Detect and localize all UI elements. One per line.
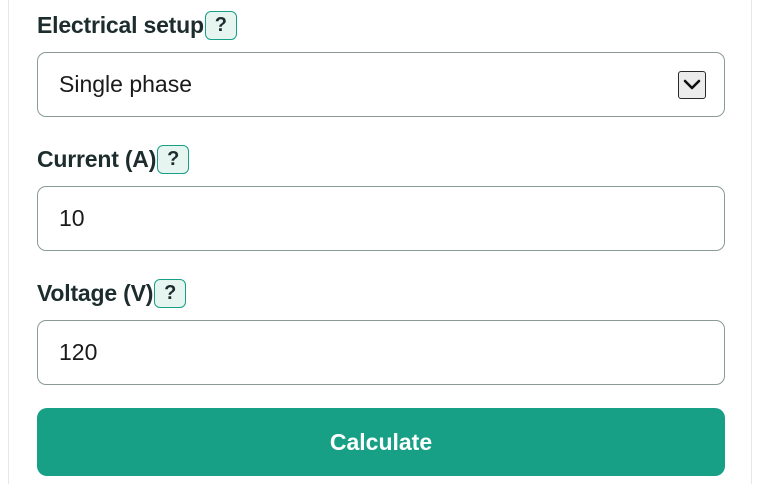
current-field: Current (A) ? 10 [37,144,725,251]
electrical-setup-selected-value: Single phase [59,71,192,97]
voltage-input[interactable]: 120 [37,320,725,385]
electrical-setup-field: Electrical setup ? Single phase [37,10,725,117]
voltage-help-button[interactable]: ? [154,278,187,308]
calculator-card: Electrical setup ? Single phase Current … [8,0,752,484]
chevron-down-icon[interactable] [678,70,706,99]
voltage-field: Voltage (V) ? 120 [37,278,725,385]
electrical-setup-help-button[interactable]: ? [204,10,237,40]
calculate-button[interactable]: Calculate [37,408,725,476]
current-input[interactable]: 10 [37,186,725,251]
voltage-label: Voltage (V) [37,279,154,306]
current-label: Current (A) [37,145,157,172]
voltage-label-row: Voltage (V) ? [37,278,725,308]
electrical-setup-label-row: Electrical setup ? [37,10,725,40]
current-help-button[interactable]: ? [157,144,190,174]
electrical-setup-label: Electrical setup [37,11,204,38]
electrical-setup-select[interactable]: Single phase [37,52,725,117]
current-label-row: Current (A) ? [37,144,725,174]
